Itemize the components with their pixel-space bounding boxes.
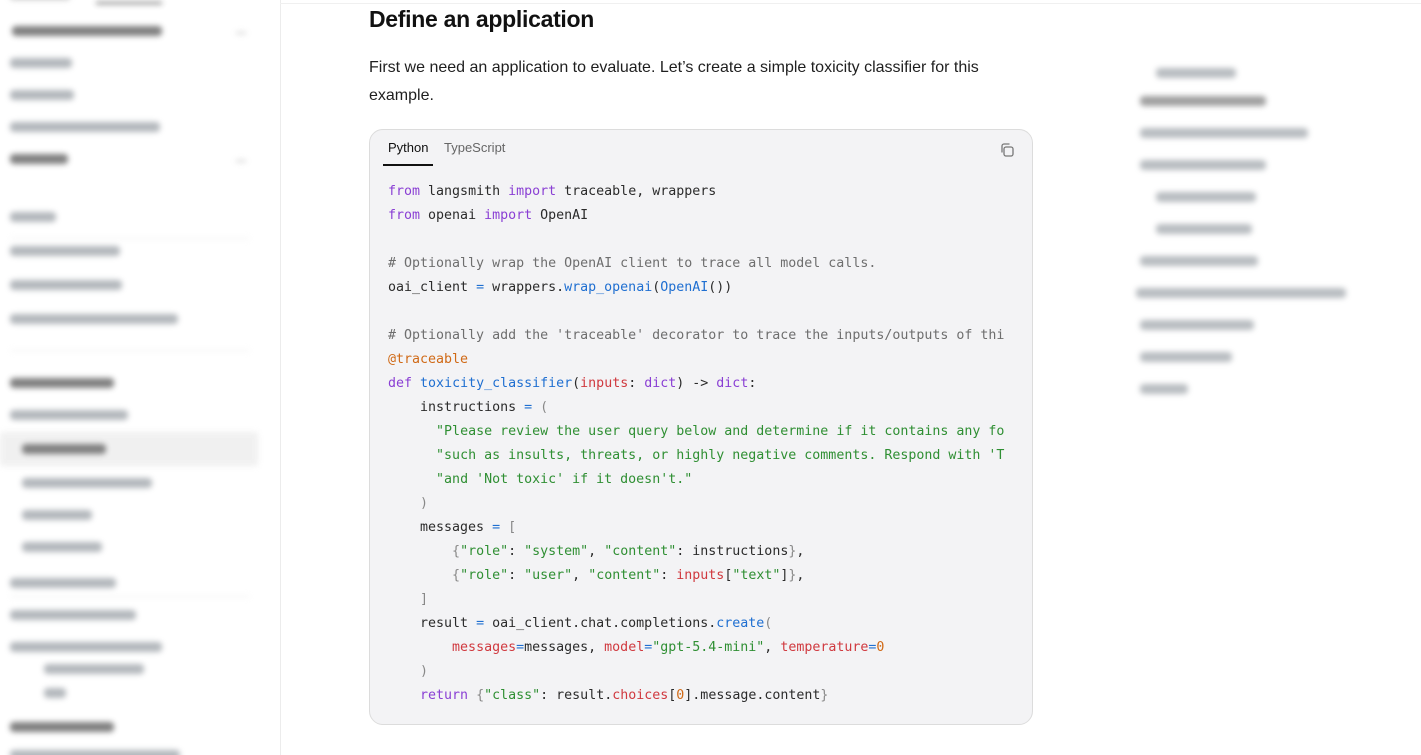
sidebar-item[interactable] <box>22 478 152 488</box>
sidebar-item[interactable] <box>22 542 102 552</box>
toc-item[interactable] <box>1140 128 1308 138</box>
sidebar-item[interactable] <box>10 314 178 324</box>
sidebar-top-tabs <box>0 0 280 4</box>
toc-item[interactable] <box>1140 96 1266 106</box>
table-of-contents <box>1120 60 1380 420</box>
sidebar-item[interactable] <box>12 26 162 36</box>
top-divider <box>280 3 1421 4</box>
sidebar-item[interactable] <box>44 688 66 698</box>
sidebar-item[interactable] <box>10 722 114 732</box>
left-sidebar <box>0 0 281 755</box>
sidebar-item-active[interactable] <box>22 444 106 454</box>
sidebar-item[interactable] <box>10 610 136 620</box>
toc-item[interactable] <box>1136 288 1346 298</box>
toc-item[interactable] <box>1140 256 1258 266</box>
sidebar-item[interactable] <box>22 510 92 520</box>
sidebar-item[interactable] <box>10 642 162 652</box>
toc-item[interactable] <box>1156 192 1256 202</box>
toc-item[interactable] <box>1140 320 1254 330</box>
copy-icon[interactable] <box>999 142 1015 158</box>
toc-item[interactable] <box>1156 68 1236 78</box>
active-tab-indicator <box>383 164 433 166</box>
tab-python[interactable]: Python <box>388 140 428 155</box>
code-language-tabs: Python TypeScript <box>370 130 1032 166</box>
toc-item[interactable] <box>1140 352 1232 362</box>
sidebar-item[interactable] <box>10 246 120 256</box>
sidebar-item[interactable] <box>44 664 144 674</box>
toc-item[interactable] <box>1156 224 1252 234</box>
sidebar-section <box>10 378 114 388</box>
sidebar-item[interactable] <box>10 280 122 290</box>
toc-item[interactable] <box>1140 384 1188 394</box>
tab-typescript[interactable]: TypeScript <box>444 140 505 155</box>
sidebar-item[interactable] <box>10 750 180 755</box>
sidebar-item[interactable] <box>10 58 72 68</box>
sidebar-item[interactable] <box>10 90 74 100</box>
code-block: Python TypeScript from langsmith import … <box>369 129 1033 725</box>
sidebar-item[interactable] <box>10 212 56 222</box>
sidebar-item[interactable] <box>10 410 128 420</box>
section-heading: Define an application <box>369 6 595 32</box>
sidebar-item[interactable] <box>10 154 68 164</box>
code-content: from langsmith import traceable, wrapper… <box>388 184 1005 703</box>
section-intro: First we need an application to evaluate… <box>369 59 979 104</box>
sidebar-item[interactable] <box>10 578 116 588</box>
toc-item[interactable] <box>1140 160 1266 170</box>
sidebar-item[interactable] <box>10 122 160 132</box>
